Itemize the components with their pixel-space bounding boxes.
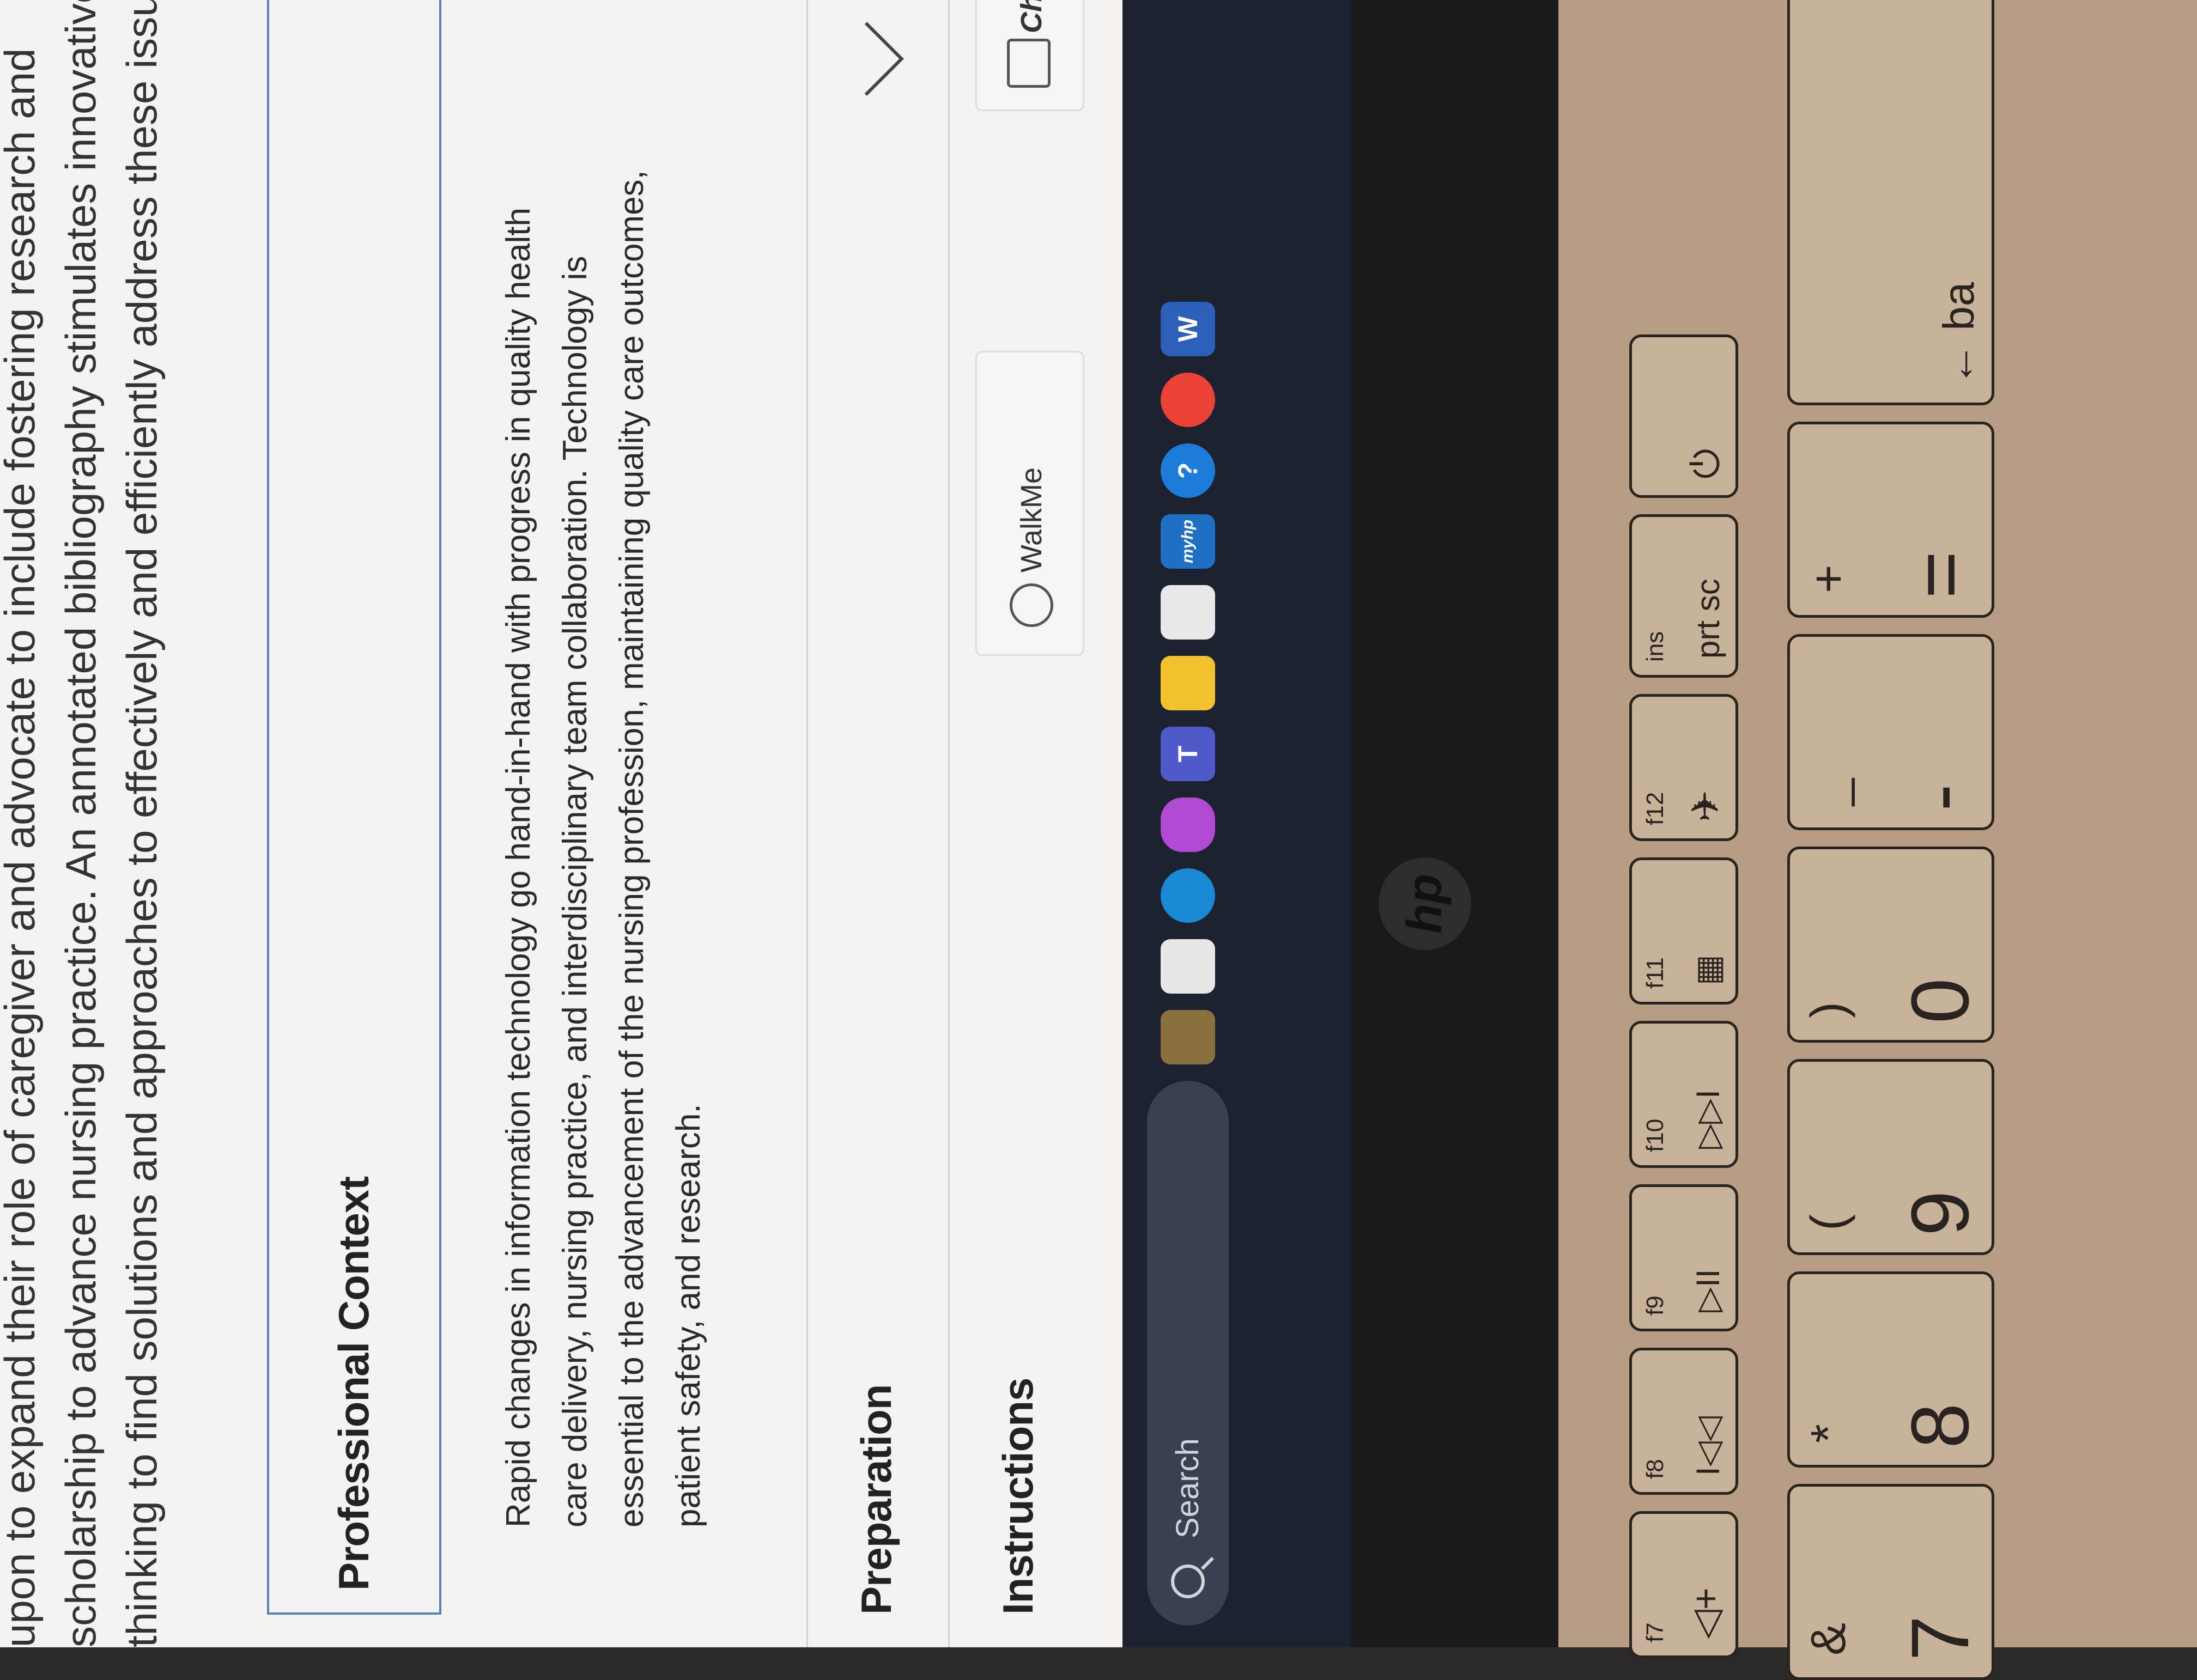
accordion-instructions[interactable]: Instructions (948, 0, 1090, 1647)
key-7[interactable]: & 7 (1787, 1484, 1994, 1680)
key-label: - (1894, 784, 1986, 811)
key-prt-sc[interactable]: ins prt sc (1629, 514, 1738, 678)
professional-context-header: Professional Context (267, 0, 441, 1615)
word-icon[interactable]: W (1161, 302, 1215, 356)
intro-line: scholarship to advance nursing practice.… (57, 0, 105, 1647)
intro-paragraph: upon to expand their role of caregiver a… (0, 0, 172, 1647)
key-label: f12 (1642, 792, 1668, 825)
task-view-icon[interactable] (1161, 939, 1215, 994)
intro-line: thinking to find solutions and approache… (118, 0, 166, 1647)
key-label: prt sc (1690, 579, 1726, 659)
key-f10[interactable]: f10 ▷▷I (1629, 1021, 1738, 1168)
key-label: f9 (1642, 1295, 1668, 1316)
key-f12[interactable]: f12 ✈ (1629, 694, 1738, 841)
photo-stage: upon to expand their role of caregiver a… (0, 0, 2197, 1680)
widget-icon[interactable] (1161, 1010, 1215, 1064)
key-f8[interactable]: f8 I◁◁ (1629, 1348, 1738, 1495)
key-label: f8 (1642, 1459, 1668, 1479)
keyboard-backlight-icon: ▦ (1690, 954, 1726, 985)
key-shift-label: + (1801, 564, 1856, 593)
key-shift-label: & (1801, 1622, 1856, 1655)
course-page: upon to expand their role of caregiver a… (0, 0, 1122, 1647)
key-label: = (1894, 551, 1986, 599)
key-shift-label: ( (1801, 1214, 1856, 1231)
accordion-preparation[interactable]: Preparation (806, 0, 948, 1647)
professional-context-body: Rapid changes in information technology … (490, 2, 717, 1527)
body-line: care delivery, nursing practice, and int… (556, 255, 594, 1527)
laptop-screen: upon to expand their role of caregiver a… (0, 0, 1624, 1647)
play-pause-icon: ▷II (1690, 1269, 1726, 1312)
hp-logo: hp (1379, 857, 1471, 950)
copilot-icon[interactable] (1161, 798, 1215, 852)
section-title: Professional Context (330, 1176, 378, 1591)
key-power[interactable]: ⏻ (1629, 334, 1738, 498)
chat-label: Chat (1015, 0, 1048, 33)
walkme-label: WalkMe (1015, 467, 1048, 573)
teams-icon[interactable]: T (1161, 727, 1215, 781)
chrome-icon[interactable] (1161, 373, 1215, 427)
chat-button[interactable]: Chat (975, 0, 1084, 111)
keyboard-deck: f7 ◁+ f8 I◁◁ f9 ▷II f10 ▷▷I f11 ▦ f12 ✈ … (1558, 0, 2197, 1680)
key-label: ins (1642, 631, 1668, 662)
key-label: f7 (1642, 1622, 1668, 1642)
next-track-icon: ▷▷I (1690, 1089, 1726, 1149)
key-label: 7 (1894, 1615, 1986, 1661)
windows-taskbar: WalkMe Chat Search T myhp ? W (975, 0, 1351, 1647)
chat-bubble-icon (1007, 39, 1051, 88)
search-icon (1171, 1565, 1205, 1598)
body-line: patient safety, and research. (670, 1104, 707, 1527)
key-equals[interactable]: + = (1787, 422, 1994, 618)
walkme-icon (1010, 583, 1053, 627)
body-line: essential to the advancement of the nurs… (613, 170, 651, 1527)
help-icon[interactable]: ? (1161, 443, 1215, 498)
key-f9[interactable]: f9 ▷II (1629, 1184, 1738, 1331)
key-f7[interactable]: f7 ◁+ (1629, 1511, 1738, 1658)
key-8[interactable]: * 8 (1787, 1271, 1994, 1468)
body-line: Rapid changes in information technology … (500, 208, 537, 1527)
chevron-down-icon (830, 22, 904, 96)
key-9[interactable]: ( 9 (1787, 1059, 1994, 1255)
key-shift-label: * (1801, 1423, 1856, 1443)
previous-track-icon: I◁◁ (1690, 1416, 1726, 1476)
airplane-icon: ✈ (1684, 790, 1727, 822)
myhp-icon[interactable]: myhp (1161, 514, 1215, 569)
search-placeholder: Search (1170, 1438, 1205, 1538)
intro-line: upon to expand their role of caregiver a… (0, 48, 44, 1647)
power-icon: ⏻ (1684, 448, 1727, 479)
walkme-button[interactable]: WalkMe (975, 351, 1084, 656)
key-0[interactable]: ) 0 (1787, 847, 1994, 1043)
taskbar-search[interactable]: Search (1147, 1081, 1229, 1626)
accordion-title: Preparation (852, 1384, 900, 1615)
store-icon[interactable] (1161, 585, 1215, 640)
key-label: ← ba (1934, 282, 1983, 386)
file-explorer-icon[interactable] (1161, 656, 1215, 710)
key-minus[interactable]: _ - (1787, 634, 1994, 830)
key-backspace[interactable]: ← ba (1787, 0, 1994, 405)
edge-icon[interactable] (1161, 868, 1215, 923)
key-f11[interactable]: f11 ▦ (1629, 857, 1738, 1005)
key-label: 8 (1894, 1403, 1986, 1448)
accordion-title: Instructions (994, 1378, 1042, 1615)
volume-up-icon: ◁+ (1684, 1587, 1727, 1639)
key-shift-label: ) (1801, 1002, 1856, 1018)
key-label: f10 (1642, 1118, 1668, 1152)
key-label: 9 (1894, 1190, 1986, 1236)
key-label: 0 (1894, 978, 1986, 1024)
key-shift-label: _ (1801, 778, 1856, 806)
key-label: f11 (1642, 957, 1668, 989)
